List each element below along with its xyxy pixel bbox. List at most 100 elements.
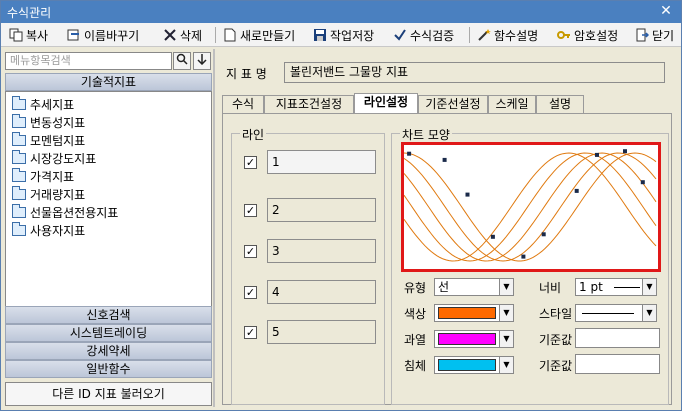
search-button[interactable] bbox=[173, 52, 191, 70]
base-value-input-1[interactable] bbox=[575, 328, 660, 348]
chart-series-5 bbox=[403, 152, 657, 262]
category-signal-search[interactable]: 신호검색 bbox=[5, 306, 212, 324]
exit-button[interactable]: 닫기 bbox=[635, 26, 674, 44]
chevron-down-icon: ▼ bbox=[642, 279, 656, 295]
tree-item-label: 가격지표 bbox=[30, 170, 75, 184]
width-select[interactable]: 1 pt ▼ bbox=[575, 278, 657, 296]
style-select[interactable]: ▼ bbox=[575, 304, 657, 322]
line-5-checkbox[interactable]: ✓ bbox=[244, 326, 257, 339]
category-general-functions[interactable]: 일반함수 bbox=[5, 360, 212, 378]
tree-item-volume[interactable]: 거래량지표 bbox=[12, 186, 85, 203]
load-other-id-button[interactable]: 다른 ID 지표 불러오기 bbox=[5, 382, 212, 406]
tree-item-user[interactable]: 사용자지표 bbox=[12, 222, 85, 239]
window-title: 수식관리 bbox=[7, 6, 52, 20]
search-input[interactable]: 메뉴항목검색 bbox=[5, 52, 172, 70]
new-button[interactable]: 새로만들기 bbox=[223, 26, 295, 44]
line-group: 라인 ✓ 1 ✓ 2 ✓ 3 ✓ 4 ✓ 5 bbox=[231, 126, 385, 405]
password-label: 암호설정 bbox=[574, 28, 619, 43]
style-label: 스타일 bbox=[539, 307, 573, 321]
line-3-field[interactable]: 3 bbox=[267, 239, 376, 263]
chart-shape-group: 차트 모양 유형 선 ▼ 너비 1 pt ▼ 색상 ▼ 스타일 ▼ 과열 ▼ 기… bbox=[391, 126, 669, 405]
base-value-label-1: 기준값 bbox=[539, 333, 573, 347]
color-swatch bbox=[438, 307, 496, 319]
line-1-field[interactable]: 1 bbox=[267, 150, 376, 174]
pane-splitter[interactable] bbox=[213, 49, 215, 407]
folder-icon bbox=[12, 96, 26, 110]
key-icon bbox=[557, 28, 571, 42]
line-2-checkbox[interactable]: ✓ bbox=[244, 204, 257, 217]
main-window: 수식관리 ✕ 복사 이름바꾸기 삭제 새로만들기 작업저장 수식검증 함수설명 … bbox=[0, 0, 682, 411]
toolbar-divider bbox=[469, 27, 470, 43]
tab-formula[interactable]: 수식 bbox=[222, 95, 264, 113]
line-1-checkbox[interactable]: ✓ bbox=[244, 156, 257, 169]
overbought-color-select[interactable]: ▼ bbox=[434, 330, 514, 348]
line-4-field[interactable]: 4 bbox=[267, 280, 376, 304]
tab-baseline[interactable]: 기준선설정 bbox=[418, 95, 488, 113]
color-label: 색상 bbox=[404, 307, 427, 321]
oversold-label: 침체 bbox=[404, 359, 427, 373]
chart-shape-label: 차트 모양 bbox=[400, 126, 452, 143]
oversold-swatch bbox=[438, 359, 496, 371]
line-group-label: 라인 bbox=[240, 126, 267, 143]
toolbar-divider bbox=[215, 27, 216, 43]
password-button[interactable]: 암호설정 bbox=[557, 26, 618, 44]
type-label: 유형 bbox=[404, 281, 427, 295]
close-icon[interactable]: ✕ bbox=[657, 2, 675, 20]
color-select[interactable]: ▼ bbox=[434, 304, 514, 322]
function-help-label: 함수설명 bbox=[494, 28, 539, 43]
rename-icon bbox=[67, 28, 81, 42]
delete-icon bbox=[163, 28, 177, 42]
copy-button[interactable]: 복사 bbox=[9, 26, 48, 44]
category-technical[interactable]: 기술적지표 bbox=[5, 73, 212, 91]
line-style-preview bbox=[582, 313, 634, 314]
line-2-field[interactable]: 2 bbox=[267, 198, 376, 222]
chart-series-3 bbox=[403, 152, 657, 262]
chart-handle-2 bbox=[442, 157, 447, 162]
category-system-trading[interactable]: 시스템트레이딩 bbox=[5, 324, 212, 342]
line-3-checkbox[interactable]: ✓ bbox=[244, 245, 257, 258]
chevron-down-icon: ▼ bbox=[499, 357, 513, 373]
function-help-button[interactable]: 함수설명 bbox=[477, 26, 538, 44]
save-label: 작업저장 bbox=[330, 28, 375, 43]
indicator-name-label: 지 표 명 bbox=[226, 67, 267, 81]
type-select[interactable]: 선 ▼ bbox=[434, 278, 514, 296]
folder-icon bbox=[12, 186, 26, 200]
search-icon bbox=[176, 53, 188, 65]
tree-item-volatility[interactable]: 변동성지표 bbox=[12, 114, 85, 131]
tree-item-trend[interactable]: 추세지표 bbox=[12, 96, 74, 113]
base-value-label-2: 기준값 bbox=[539, 359, 573, 373]
tree-item-label: 추세지표 bbox=[30, 98, 75, 112]
tree-item-market-strength[interactable]: 시장강도지표 bbox=[12, 150, 96, 167]
toolbar: 복사 이름바꾸기 삭제 새로만들기 작업저장 수식검증 함수설명 암호설정 닫기 bbox=[1, 23, 681, 47]
tab-condition[interactable]: 지표조건설정 bbox=[264, 95, 354, 113]
indicator-name-field[interactable]: 볼린저밴드 그물망 지표 bbox=[284, 62, 665, 83]
oversold-color-select[interactable]: ▼ bbox=[434, 356, 514, 374]
delete-button[interactable]: 삭제 bbox=[163, 26, 202, 44]
chart-handle-5 bbox=[521, 254, 526, 259]
save-button[interactable]: 작업저장 bbox=[313, 26, 374, 44]
folder-icon bbox=[12, 150, 26, 164]
base-value-input-2[interactable] bbox=[575, 354, 660, 374]
down-arrow-button[interactable] bbox=[193, 52, 211, 70]
line-5-field[interactable]: 5 bbox=[267, 320, 376, 344]
tree-item-price[interactable]: 가격지표 bbox=[12, 168, 74, 185]
tab-scale[interactable]: 스케일 bbox=[488, 95, 536, 113]
chart-handle-4 bbox=[490, 234, 495, 239]
rename-button[interactable]: 이름바꾸기 bbox=[67, 26, 139, 44]
verify-button[interactable]: 수식검증 bbox=[393, 26, 454, 44]
left-pane: 메뉴항목검색 기술적지표 추세지표 변동성지표 모멘텀지표 시장강도지표 가격지… bbox=[5, 49, 212, 407]
tree-item-futures-options[interactable]: 선물옵션전용지표 bbox=[12, 204, 118, 221]
tab-description[interactable]: 설명 bbox=[536, 95, 584, 113]
tree-item-label: 시장강도지표 bbox=[30, 152, 97, 166]
chart-series-1 bbox=[403, 152, 657, 262]
checkmark-icon bbox=[393, 28, 407, 42]
chart-handle-3 bbox=[465, 192, 470, 197]
chevron-down-icon: ▼ bbox=[642, 305, 656, 321]
category-bull-bear[interactable]: 강세약세 bbox=[5, 342, 212, 360]
line-width-preview bbox=[614, 287, 640, 288]
line-4-checkbox[interactable]: ✓ bbox=[244, 286, 257, 299]
type-value: 선 bbox=[438, 280, 450, 294]
folder-icon bbox=[12, 114, 26, 128]
tab-line-settings[interactable]: 라인설정 bbox=[354, 93, 418, 113]
tree-item-momentum[interactable]: 모멘텀지표 bbox=[12, 132, 85, 149]
